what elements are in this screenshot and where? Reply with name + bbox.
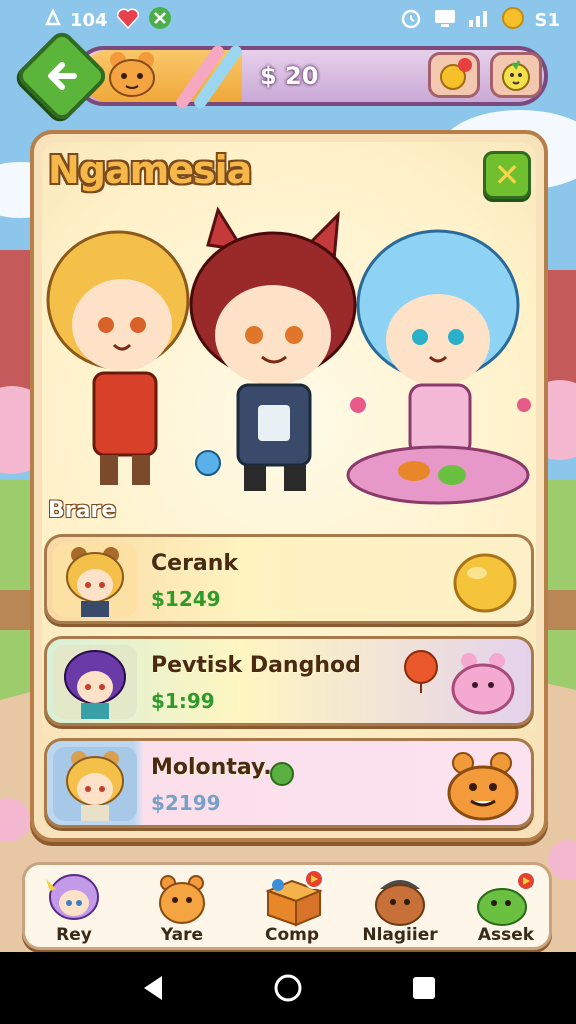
bottom-nav: Rey Yare Comp Nlagiier Assek — [22, 862, 552, 950]
offer-name: Pevtisk Danghod — [151, 653, 361, 678]
nav-label: Comp — [264, 925, 320, 945]
status-right-text: S1 — [534, 10, 561, 31]
bluehair-character — [346, 229, 531, 505]
nav-label: Nlagiier — [362, 925, 438, 945]
redhead-character — [189, 206, 357, 491]
arrow-left-icon — [48, 62, 77, 90]
hamster-icon — [159, 875, 205, 924]
green-dinosaur-icon — [477, 871, 536, 926]
bear-with-hat-icon — [375, 880, 425, 926]
circle-home-icon — [274, 974, 302, 1002]
nav-item-nlagiier[interactable]: Nlagiier — [351, 865, 449, 949]
nav-item-assek[interactable]: Assek — [457, 865, 555, 949]
treasure-box-icon — [265, 869, 324, 927]
heart-icon — [116, 7, 140, 34]
nav-label: Yare — [160, 925, 204, 945]
blonde-character — [46, 230, 190, 485]
fairy-character-icon — [46, 874, 99, 920]
orange-creature-icon — [447, 752, 519, 821]
offer-price: $2199 — [151, 791, 221, 815]
pet-slot[interactable] — [490, 52, 542, 98]
coin-icon — [501, 6, 525, 35]
system-home-button[interactable] — [272, 972, 304, 1004]
system-nav-bar — [0, 952, 576, 1024]
hamster-icon — [102, 44, 162, 108]
square-recents-icon — [413, 977, 435, 999]
section-label: Brare — [48, 498, 117, 523]
lemon-icon — [453, 553, 517, 613]
character-avatar — [64, 650, 126, 719]
location-icon — [44, 8, 62, 32]
pink-creature-icon — [451, 653, 515, 715]
coin-slot[interactable] — [428, 52, 480, 98]
nav-label: Rey — [56, 925, 92, 945]
character-avatar — [66, 547, 124, 617]
status-bar: 104 S1 — [0, 0, 576, 34]
signal-icon — [467, 8, 491, 33]
triangle-back-icon — [144, 976, 162, 1000]
currency-value: $ 20 — [260, 62, 319, 90]
nav-item-comp[interactable]: Comp — [243, 865, 341, 949]
leaf-icon — [270, 762, 294, 786]
close-icon: ✕ — [493, 156, 521, 194]
back-button[interactable] — [13, 27, 111, 125]
character-avatar — [66, 751, 124, 821]
offer-price: $1:99 — [151, 689, 215, 713]
characters-illustration — [46, 206, 531, 505]
nav-label: Assek — [477, 925, 535, 945]
offer-name: Cerank — [151, 551, 239, 576]
system-back-button[interactable] — [138, 972, 170, 1004]
offer-item[interactable]: Pevtisk Danghod $1:99 — [44, 636, 534, 726]
offer-name: Molontay. — [151, 755, 272, 780]
nav-item-yare[interactable]: Yare — [133, 865, 231, 949]
coin-bag-icon — [440, 58, 472, 90]
nav-item-rey[interactable]: Rey — [25, 865, 123, 949]
chick-icon — [502, 60, 530, 91]
screen-icon — [433, 8, 457, 33]
top-bar: $ 20 — [13, 27, 552, 125]
panel-title: Ngamesia — [48, 148, 252, 192]
offer-item[interactable]: Molontay. $2199 — [44, 738, 534, 828]
status-left-text: 104 — [70, 10, 108, 31]
alarm-icon — [399, 7, 423, 34]
offer-price: $1249 — [151, 587, 221, 611]
close-button[interactable]: ✕ — [483, 151, 531, 199]
balloon-icon — [404, 650, 438, 693]
tools-icon — [148, 6, 172, 35]
offer-item[interactable]: Cerank $1249 — [44, 534, 534, 624]
system-recents-button[interactable] — [408, 972, 440, 1004]
